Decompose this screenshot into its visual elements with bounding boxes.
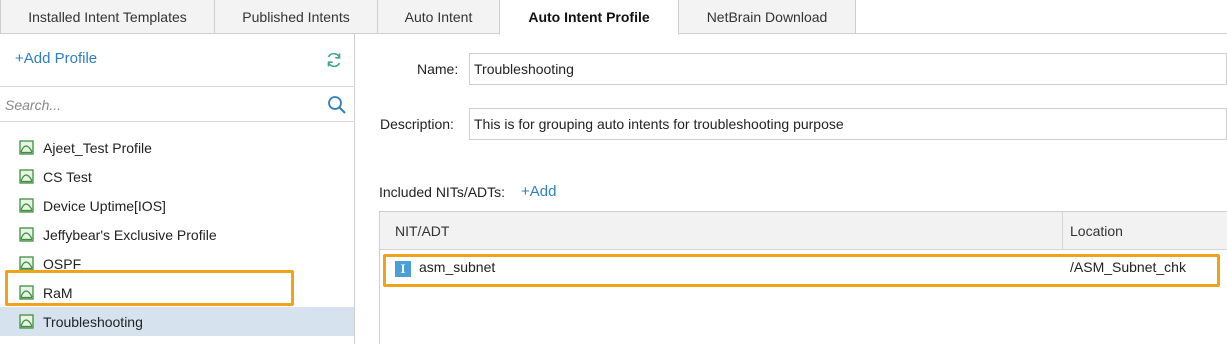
profile-item[interactable]: Device Uptime[IOS] — [0, 191, 354, 220]
profile-item[interactable]: RaM — [0, 278, 354, 307]
column-divider[interactable] — [1062, 212, 1063, 250]
profile-label: Troubleshooting — [43, 313, 143, 330]
table-row[interactable]: I asm_subnet /ASM_Subnet_chk — [380, 250, 1227, 286]
name-field[interactable]: Troubleshooting — [469, 53, 1227, 85]
profile-sidebar: +Add Profile Ajeet_Test Profile CS Test … — [0, 34, 355, 344]
profile-label: CS Test — [43, 168, 92, 185]
nit-adt-grid: NIT/ADT Location I asm_subnet /ASM_Subne… — [379, 211, 1227, 344]
add-nit-button[interactable]: +Add — [521, 183, 556, 200]
profile-icon — [19, 198, 34, 213]
search-box — [0, 86, 355, 122]
search-icon[interactable] — [327, 95, 347, 115]
description-label: Description: — [380, 116, 454, 132]
location-cell: /ASM_Subnet_chk — [1070, 259, 1186, 275]
profile-item[interactable]: CS Test — [0, 162, 354, 191]
tab-auto-intent-profile[interactable]: Auto Intent Profile — [499, 0, 679, 35]
tab-bar: Installed Intent Templates Published Int… — [0, 0, 1227, 35]
tab-published-intents[interactable]: Published Intents — [214, 0, 378, 34]
profile-label: OSPF — [43, 255, 82, 272]
column-header-nit-adt[interactable]: NIT/ADT — [395, 212, 449, 250]
grid-header: NIT/ADT Location — [380, 212, 1227, 250]
intent-template-icon: I — [395, 261, 411, 277]
profile-label: Device Uptime[IOS] — [43, 197, 166, 214]
profile-label: Ajeet_Test Profile — [43, 139, 152, 156]
profile-item-selected[interactable]: Troubleshooting — [0, 307, 354, 336]
profile-item[interactable]: Jeffybear's Exclusive Profile — [0, 220, 354, 249]
profile-icon — [19, 314, 34, 329]
included-nits-label: Included NITs/ADTs: — [379, 184, 506, 200]
search-input[interactable] — [5, 94, 305, 116]
profile-icon — [19, 285, 34, 300]
profile-item[interactable]: OSPF — [0, 249, 354, 278]
name-label: Name: — [417, 61, 459, 77]
profile-label: Jeffybear's Exclusive Profile — [43, 226, 217, 243]
tab-netbrain-download[interactable]: NetBrain Download — [678, 0, 856, 34]
tab-installed-intent-templates[interactable]: Installed Intent Templates — [0, 0, 215, 34]
profile-detail: Name: Troubleshooting Description: This … — [356, 34, 1227, 344]
profile-icon — [19, 140, 34, 155]
column-header-location[interactable]: Location — [1070, 212, 1123, 250]
tab-auto-intent[interactable]: Auto Intent — [377, 0, 500, 34]
description-field[interactable]: This is for grouping auto intents for tr… — [469, 108, 1227, 140]
profile-icon — [19, 256, 34, 271]
profile-icon — [19, 169, 34, 184]
nit-name-cell: asm_subnet — [419, 259, 496, 275]
refresh-icon[interactable] — [325, 51, 343, 69]
profile-label: RaM — [43, 284, 73, 301]
add-profile-button[interactable]: +Add Profile — [15, 50, 97, 67]
profile-item[interactable]: Ajeet_Test Profile — [0, 133, 354, 162]
profile-list: Ajeet_Test Profile CS Test Device Uptime… — [0, 133, 354, 336]
profile-icon — [19, 227, 34, 242]
